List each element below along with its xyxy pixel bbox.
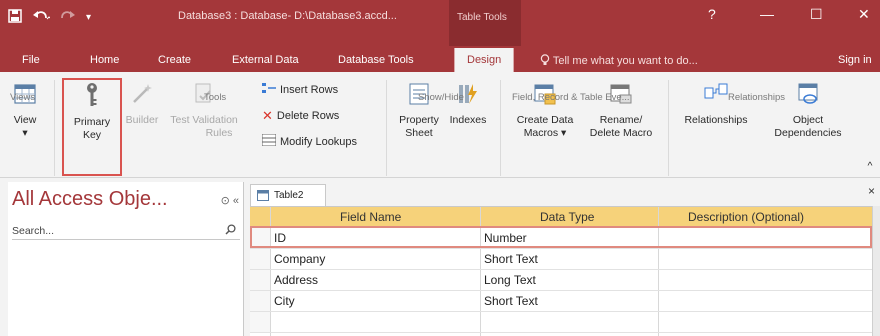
data-type-cell[interactable]: Short Text <box>484 294 538 308</box>
table-tools-context: Table Tools <box>449 0 521 46</box>
group-label-show-hide: Show/Hide <box>418 92 464 103</box>
tab-external-data[interactable]: External Data <box>232 54 299 66</box>
tab-home[interactable]: Home <box>90 54 119 66</box>
lightbulb-icon <box>540 54 553 67</box>
collapse-ribbon-button[interactable]: ^ <box>864 160 876 173</box>
tab-database-tools[interactable]: Database Tools <box>338 54 414 66</box>
row-selector[interactable] <box>250 270 270 291</box>
nav-search-input[interactable]: Search... <box>12 222 240 240</box>
rename-delete-macro-button[interactable]: Rename/Delete Macro <box>584 82 658 140</box>
help-button[interactable]: ? <box>708 6 716 22</box>
sign-in-link[interactable]: Sign in <box>838 54 872 66</box>
lookup-icon <box>261 133 277 149</box>
table-icon <box>257 190 269 206</box>
table-row-empty[interactable] <box>270 312 872 333</box>
row-selector[interactable] <box>250 312 270 333</box>
ribbon-tabs <box>0 46 880 72</box>
property-sheet-button[interactable]: Property Sheet <box>396 82 442 140</box>
column-header-field-name[interactable]: Field Name <box>340 210 401 224</box>
vertical-scrollbar[interactable] <box>872 206 880 336</box>
close-document-icon[interactable]: × <box>868 184 875 198</box>
field-name-cell[interactable]: Address <box>274 273 318 287</box>
group-separator <box>500 80 501 176</box>
field-name-cell[interactable]: Company <box>274 252 325 266</box>
table-row[interactable]: Address Long Text <box>270 270 872 291</box>
test-validation-rules-button[interactable]: Test Validation Rules <box>166 82 242 140</box>
group-separator <box>668 80 669 176</box>
save-icon[interactable] <box>8 8 22 26</box>
tell-me-search[interactable]: Tell me what you want to do... <box>540 54 698 67</box>
table-row[interactable]: Company Short Text <box>270 249 872 270</box>
quick-access-toolbar: ▾ <box>8 6 91 28</box>
delete-rows-icon: ✕ <box>262 108 273 123</box>
chevron-down-icon: ▾ <box>22 127 28 139</box>
redo-icon[interactable] <box>60 9 76 26</box>
view-button[interactable]: View ▾ <box>8 82 42 140</box>
group-separator <box>386 80 387 176</box>
group-label-views: Views <box>10 92 36 103</box>
table-row[interactable]: City Short Text <box>270 291 872 312</box>
collapse-icon[interactable]: « <box>233 195 239 207</box>
insert-rows-icon <box>262 82 276 97</box>
insert-rows-button[interactable]: Insert Rows <box>262 82 338 97</box>
title-bar: ▾ Database3 : Database- D:\Database3.acc… <box>0 0 880 46</box>
undo-icon[interactable] <box>32 9 51 26</box>
restore-button[interactable]: ☐ <box>810 6 823 23</box>
modify-lookups-button[interactable]: Modify Lookups <box>261 133 357 149</box>
group-label-events: Field, Record & Table Eve... <box>512 92 630 103</box>
tab-design[interactable]: Design <box>454 48 515 72</box>
row-selector[interactable] <box>250 249 270 270</box>
search-icon[interactable] <box>225 224 236 238</box>
selected-row-highlight <box>250 226 872 248</box>
data-type-cell[interactable]: Short Text <box>484 252 538 266</box>
navigation-pane: All Access Obje... ⊙ « Search... <box>8 182 244 336</box>
nav-pane-title[interactable]: All Access Obje... <box>12 188 168 211</box>
nav-dropdown-icon[interactable]: ⊙ <box>221 195 230 207</box>
column-header-description[interactable]: Description (Optional) <box>688 210 804 224</box>
customize-qat-icon[interactable]: ▾ <box>86 12 91 23</box>
primary-key-highlight <box>62 78 122 176</box>
data-type-cell[interactable]: Long Text <box>484 273 536 287</box>
group-label-relationships: Relationships <box>728 92 786 103</box>
wand-icon <box>122 82 162 110</box>
minimize-button[interactable]: — <box>760 6 774 22</box>
close-button[interactable]: ✕ <box>858 6 870 23</box>
window-title: Database3 : Database- D:\Database3.accd.… <box>178 10 397 22</box>
relationships-button[interactable]: Relationships <box>676 82 756 127</box>
grid-header: Field Name Data Type Description (Option… <box>250 207 872 227</box>
indexes-button[interactable]: Indexes <box>446 82 490 127</box>
create-data-macros-button[interactable]: Create Data Macros ▾ <box>510 82 580 140</box>
column-header-data-type[interactable]: Data Type <box>540 210 594 224</box>
field-name-cell[interactable]: City <box>274 294 295 308</box>
group-separator <box>54 80 55 176</box>
delete-rows-button[interactable]: ✕ Delete Rows <box>262 108 339 124</box>
tab-create[interactable]: Create <box>158 54 191 66</box>
group-label-tools: Tools <box>204 92 227 103</box>
builder-button[interactable]: Builder <box>122 82 162 127</box>
nav-pane-controls: ⊙ « <box>221 194 239 207</box>
tab-file[interactable]: File <box>22 54 40 66</box>
object-dependencies-button[interactable]: Object Dependencies <box>766 82 850 140</box>
tab-table2[interactable]: Table2 <box>250 184 326 206</box>
row-selector[interactable] <box>250 291 270 312</box>
